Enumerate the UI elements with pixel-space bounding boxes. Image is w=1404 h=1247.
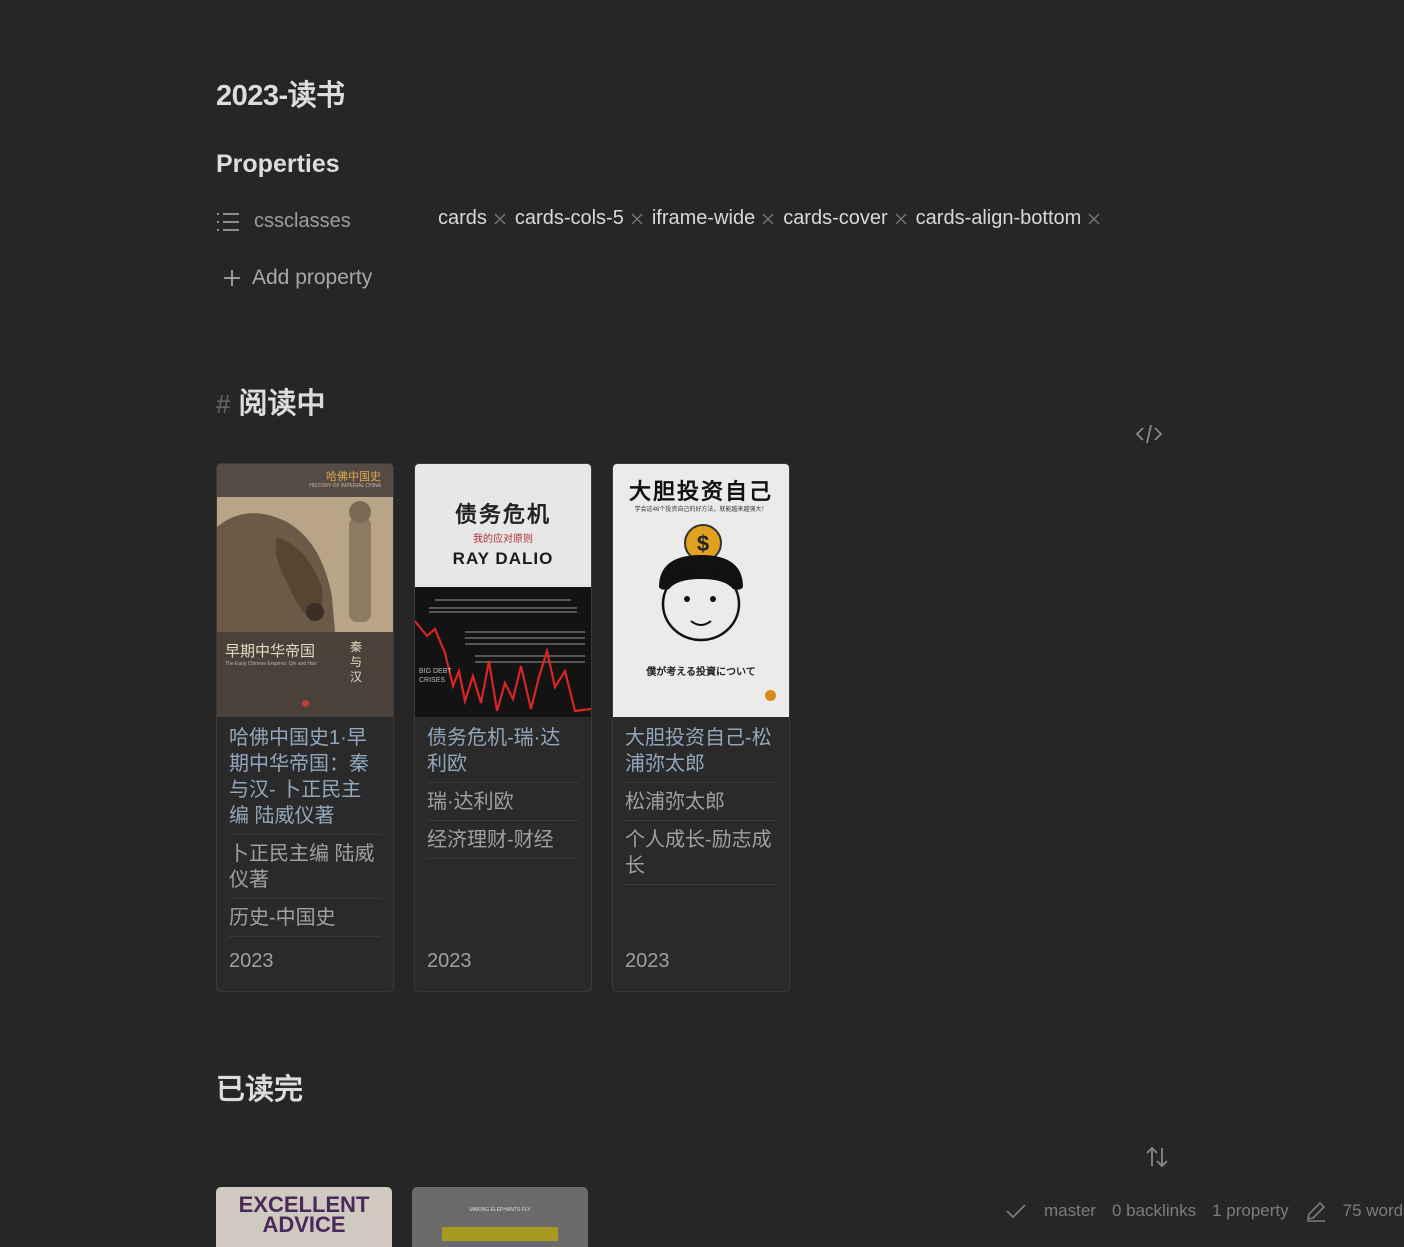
chip-label: cards-cover <box>783 207 888 229</box>
chip-iframe-wide[interactable]: iframe-wide <box>652 207 775 230</box>
card-year: 2023 <box>427 950 472 972</box>
card-year: 2023 <box>625 950 670 972</box>
card-body: 大胆投资自己-松浦弥太郎 松浦弥太郎 个人成长-励志成长 <box>613 717 789 885</box>
cover-jp-subtitle: 僕が考える投資について <box>646 667 756 678</box>
cover-subtitle-en: The Early Chinese Empires: Qin and Han <box>225 661 317 667</box>
list-icon <box>217 212 239 231</box>
card-body: 债务危机-瑞·达利欧 瑞·达利欧 经济理财-财经 <box>415 717 591 859</box>
close-icon[interactable] <box>630 212 644 226</box>
section-title: 阅读中 <box>238 388 326 420</box>
card-category: 经济理财-财经 <box>427 825 579 859</box>
done-cards: EXCELLENT ADVICE MAKING ELEPHANTS FLY <box>216 1187 608 1247</box>
card-title[interactable]: 哈佛中国史1·早期中华帝国：秦与汉- 卜正民主编 陆威仪著 <box>229 723 381 835</box>
page-title: 2023-读书 <box>216 80 345 112</box>
status-bar: master 0 backlinks 1 property 75 words <box>1004 1200 1404 1222</box>
cover-book-name: 早期中华帝国 <box>225 644 316 660</box>
plus-icon <box>224 270 240 286</box>
card-body: 哈佛中国史1·早期中华帝国：秦与汉- 卜正民主编 陆威仪著 卜正民主编 陆威仪著… <box>217 717 393 937</box>
publisher-logo <box>765 690 776 701</box>
reading-cards: 哈佛中国史 HISTORY OF IMPERIAL CHINA 早期中华帝国 T… <box>216 463 810 992</box>
chip-cards-cover[interactable]: cards-cover <box>783 207 907 230</box>
card-category: 历史-中国史 <box>229 903 381 937</box>
code-icon[interactable] <box>1135 421 1163 447</box>
property-values[interactable]: cards cards-cols-5 iframe-wide cards-cov… <box>438 207 1109 230</box>
property-key[interactable]: cssclasses <box>216 210 351 233</box>
sort-icon[interactable] <box>1145 1144 1169 1170</box>
card-year: 2023 <box>229 950 274 972</box>
cover-title-block <box>442 1227 558 1241</box>
card-title[interactable]: 债务危机-瑞·达利欧 <box>427 723 579 783</box>
card-author: 卜正民主编 陆威仪著 <box>229 839 381 899</box>
chip-cards-align-bottom[interactable]: cards-align-bottom <box>916 207 1102 230</box>
card-category: 个人成长-励志成长 <box>625 825 777 885</box>
book-cover: 哈佛中国史 HISTORY OF IMPERIAL CHINA 早期中华帝国 T… <box>217 464 393 717</box>
close-icon[interactable] <box>1087 212 1101 226</box>
close-icon[interactable] <box>894 212 908 226</box>
book-card[interactable]: 大胆投资自己 学会这46个投资自己的好方法，就能越来越强大！ $ 僕が考える投資… <box>612 463 790 992</box>
close-icon[interactable] <box>493 212 507 226</box>
properties-count[interactable]: 1 property <box>1212 1201 1289 1221</box>
backlinks-count[interactable]: 0 backlinks <box>1112 1201 1196 1221</box>
cover-book-name: 债务危机 <box>454 502 551 527</box>
cover-series-en: HISTORY OF IMPERIAL CHINA <box>309 483 381 489</box>
card-author: 瑞·达利欧 <box>427 787 579 821</box>
card-title[interactable]: 大胆投资自己-松浦弥太郎 <box>625 723 777 783</box>
book-card[interactable]: 哈佛中国史 HISTORY OF IMPERIAL CHINA 早期中华帝国 T… <box>216 463 394 992</box>
svg-text:$: $ <box>697 531 709 556</box>
property-row: cssclasses cards cards-cols-5 iframe-wid… <box>216 205 1156 241</box>
cover-art <box>415 599 591 713</box>
add-property-button[interactable]: Add property <box>222 266 372 290</box>
card-author: 松浦弥太郎 <box>625 787 777 821</box>
chip-label: cards <box>438 207 487 229</box>
cover-series: 哈佛中国史 <box>326 471 381 483</box>
check-icon[interactable] <box>1004 1201 1028 1221</box>
book-cover[interactable]: MAKING ELEPHANTS FLY <box>412 1187 588 1247</box>
cover-subtitle: 我的应对原则 <box>473 534 533 545</box>
word-count: 75 words <box>1342 1201 1404 1220</box>
chip-cards[interactable]: cards <box>438 207 507 230</box>
edit-icon[interactable] <box>1305 1200 1327 1222</box>
cover-text: MAKING ELEPHANTS FLY <box>469 1207 531 1213</box>
book-cover[interactable]: EXCELLENT ADVICE <box>216 1187 392 1247</box>
book-cover: 大胆投资自己 学会这46个投资自己的好方法，就能越来越强大！ $ 僕が考える投資… <box>613 464 789 717</box>
chip-label: iframe-wide <box>651 207 756 229</box>
cover-book-name: 大胆投资自己 <box>628 479 773 504</box>
close-icon[interactable] <box>761 212 775 226</box>
property-key-label: cssclasses <box>254 210 351 232</box>
branch-label[interactable]: master <box>1044 1201 1096 1221</box>
heading-hash: # <box>216 389 231 419</box>
chip-label: cards-cols-5 <box>514 207 624 229</box>
publisher-logo <box>302 700 309 707</box>
cover-author: RAY DALIO <box>452 549 554 568</box>
chip-cards-cols-5[interactable]: cards-cols-5 <box>515 207 644 230</box>
add-property-label: Add property <box>252 266 373 289</box>
cover-art: $ <box>659 524 743 642</box>
cover-art <box>217 497 393 632</box>
book-cover: 债务危机 我的应对原则 RAY DALIO BIG DEBT CRISES <box>415 464 591 717</box>
cover-band: BIG DEBT CRISES <box>419 668 452 684</box>
section-heading-done: 已读完 <box>216 1074 304 1106</box>
properties-heading[interactable]: Properties <box>216 150 340 179</box>
cover-side-title: 秦与汉 <box>350 640 363 684</box>
cover-text: EXCELLENT ADVICE <box>238 1192 370 1237</box>
book-card[interactable]: 债务危机 我的应对原则 RAY DALIO BIG DEBT CRISES 债务… <box>414 463 592 992</box>
section-heading-reading: # 阅读中 <box>216 380 325 422</box>
chip-label: cards-align-bottom <box>915 207 1082 229</box>
cover-tagline: 学会这46个投资自己的好方法，就能越来越强大！ <box>634 507 768 513</box>
